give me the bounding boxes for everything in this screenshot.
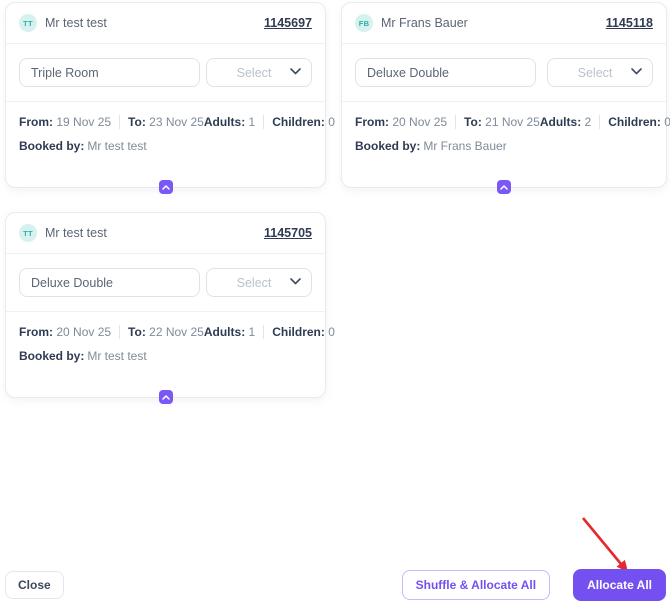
booking-card-header: TT Mr test test 1145705 xyxy=(6,213,325,253)
adults-label: Adults: xyxy=(539,115,582,129)
booking-details: From: 20 Nov 25 To: 21 Nov 25 Adults: 2 … xyxy=(342,102,670,153)
room-assignment-row: Select xyxy=(342,44,666,101)
adults-label: Adults: xyxy=(203,115,246,129)
room-assignment-row: Select xyxy=(6,44,325,101)
occupancy: Adults: 1 Children: 0 xyxy=(204,325,335,339)
vertical-separator xyxy=(263,325,265,339)
booking-id-link[interactable]: 1145697 xyxy=(264,16,312,30)
children-label: Children: xyxy=(272,115,325,129)
room-select-placeholder: Select xyxy=(236,65,272,80)
room-select-dropdown[interactable]: Select xyxy=(206,268,312,297)
booked-by-label: Booked by: xyxy=(355,139,421,153)
room-type-input[interactable] xyxy=(19,58,200,87)
vertical-separator xyxy=(599,115,601,129)
vertical-separator xyxy=(263,115,265,129)
from-label: From: xyxy=(355,115,389,129)
booked-by-value: Mr test test xyxy=(87,139,147,153)
children-value: 0 xyxy=(328,115,335,129)
adults-value: 1 xyxy=(248,325,256,339)
shuffle-allocate-all-button[interactable]: Shuffle & Allocate All xyxy=(401,570,551,600)
from-value: 20 Nov 25 xyxy=(56,325,112,339)
booked-by-value: Mr Frans Bauer xyxy=(423,139,507,153)
to-label: To: xyxy=(128,325,146,339)
collapse-card-button[interactable] xyxy=(158,390,173,404)
to-value: 23 Nov 25 xyxy=(149,115,204,129)
chevron-down-icon xyxy=(290,68,301,75)
booked-by-row: Booked by: Mr test test xyxy=(19,349,312,363)
guest-name: Mr Frans Bauer xyxy=(381,16,468,30)
children-value: 0 xyxy=(664,115,670,129)
booking-card-header: TT Mr test test 1145697 xyxy=(6,3,325,43)
chevron-up-icon xyxy=(500,184,508,190)
chevron-down-icon xyxy=(631,68,642,75)
room-select-dropdown[interactable]: Select xyxy=(206,58,312,87)
booked-by-row: Booked by: Mr test test xyxy=(19,139,312,153)
children-label: Children: xyxy=(272,325,325,339)
guest-name: Mr test test xyxy=(45,226,107,240)
booked-by-label: Booked by: xyxy=(19,349,85,363)
allocate-all-button[interactable]: Allocate All xyxy=(573,569,666,601)
occupancy: Adults: 2 Children: 0 xyxy=(540,115,670,129)
adults-value: 2 xyxy=(584,115,592,129)
from-value: 19 Nov 25 xyxy=(56,115,112,129)
guest-avatar: FB xyxy=(355,14,373,32)
stay-dates: From: 20 Nov 25 To: 22 Nov 25 xyxy=(19,325,204,339)
stay-dates: From: 19 Nov 25 To: 23 Nov 25 xyxy=(19,115,204,129)
vertical-separator xyxy=(119,325,121,339)
booking-details: From: 20 Nov 25 To: 22 Nov 25 Adults: 1 … xyxy=(6,312,335,363)
close-button[interactable]: Close xyxy=(5,571,64,599)
footer-action-bar: Close Shuffle & Allocate All Allocate Al… xyxy=(5,569,666,601)
children-value: 0 xyxy=(328,325,335,339)
collapse-card-button[interactable] xyxy=(158,180,173,194)
from-label: From: xyxy=(19,115,53,129)
room-select-placeholder: Select xyxy=(577,65,613,80)
adults-label: Adults: xyxy=(203,325,246,339)
adults-value: 1 xyxy=(248,115,256,129)
booking-id-link[interactable]: 1145118 xyxy=(606,16,653,30)
to-value: 22 Nov 25 xyxy=(149,325,204,339)
booking-details: From: 19 Nov 25 To: 23 Nov 25 Adults: 1 … xyxy=(6,102,335,153)
guest-avatar: TT xyxy=(19,14,37,32)
booking-card-header: FB Mr Frans Bauer 1145118 xyxy=(342,3,666,43)
stay-dates: From: 20 Nov 25 To: 21 Nov 25 xyxy=(355,115,540,129)
vertical-separator xyxy=(455,115,457,129)
chevron-down-icon xyxy=(290,278,301,285)
booked-by-value: Mr test test xyxy=(87,349,147,363)
booked-by-label: Booked by: xyxy=(19,139,85,153)
from-label: From: xyxy=(19,325,53,339)
room-select-dropdown[interactable]: Select xyxy=(547,58,653,87)
booking-card: TT Mr test test 1145697 Select From: 19 … xyxy=(5,2,335,194)
room-select-placeholder: Select xyxy=(236,275,272,290)
to-label: To: xyxy=(128,115,146,129)
cards-grid: TT Mr test test 1145697 Select From: 19 … xyxy=(0,0,670,404)
guest-avatar: TT xyxy=(19,224,37,242)
booking-card: TT Mr test test 1145705 Select From: 20 … xyxy=(5,212,335,404)
room-type-input[interactable] xyxy=(355,58,536,87)
booking-id-link[interactable]: 1145705 xyxy=(264,226,312,240)
from-value: 20 Nov 25 xyxy=(392,115,448,129)
to-label: To: xyxy=(464,115,482,129)
collapse-card-button[interactable] xyxy=(497,180,511,194)
children-label: Children: xyxy=(608,115,661,129)
guest-name: Mr test test xyxy=(45,16,107,30)
footer-right-actions: Shuffle & Allocate All Allocate All xyxy=(401,569,666,601)
to-value: 21 Nov 25 xyxy=(485,115,540,129)
booking-card: FB Mr Frans Bauer 1145118 Select From: 2… xyxy=(341,2,670,194)
room-assignment-row: Select xyxy=(6,254,325,311)
vertical-separator xyxy=(119,115,121,129)
chevron-up-icon xyxy=(161,394,170,400)
room-type-input[interactable] xyxy=(19,268,200,297)
chevron-up-icon xyxy=(161,184,170,190)
room-allocation-panel: TT Mr test test 1145697 Select From: 19 … xyxy=(0,0,670,610)
occupancy: Adults: 1 Children: 0 xyxy=(204,115,335,129)
booked-by-row: Booked by: Mr Frans Bauer xyxy=(355,139,653,153)
